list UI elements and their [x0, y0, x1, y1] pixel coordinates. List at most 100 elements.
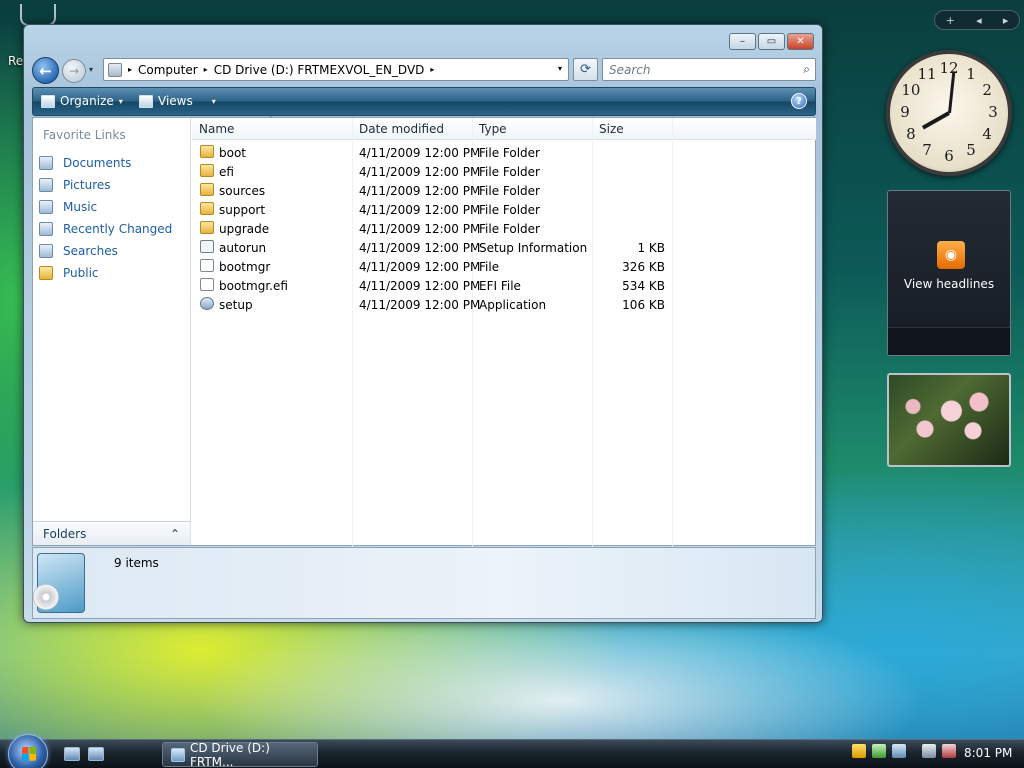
file-date: 4/11/2009 12:00 PM [359, 298, 481, 312]
switch-windows-icon[interactable] [88, 747, 104, 761]
breadcrumb-computer[interactable]: Computer [138, 63, 198, 77]
address-dropdown-icon[interactable]: ▾ [558, 64, 562, 73]
breadcrumb-arrow-icon[interactable]: ▸ [128, 65, 132, 74]
maximize-button[interactable]: ▭ [758, 33, 785, 50]
recently-changed-icon [39, 222, 53, 236]
start-button[interactable] [8, 734, 48, 768]
file-name: bootmgr.efi [219, 279, 288, 293]
close-button[interactable]: ✕ [787, 33, 814, 50]
file-row[interactable]: upgrade 4/11/2009 12:00 PM File Folder [192, 219, 816, 238]
column-header-date[interactable]: Date modified [359, 122, 444, 136]
network-icon[interactable] [922, 744, 936, 758]
folder-icon [200, 202, 214, 215]
security-shield-icon[interactable] [852, 744, 866, 758]
taskbar: CD Drive (D:) FRTM... 8:01 PM [0, 734, 1024, 768]
file-row[interactable]: support 4/11/2009 12:00 PM File Folder [192, 200, 816, 219]
address-bar[interactable]: ▸ Computer ▸ CD Drive (D:) FRTMEXVOL_EN_… [103, 58, 569, 81]
minute-hand [947, 71, 955, 114]
help-button[interactable]: ? [791, 93, 807, 109]
clock-gadget[interactable]: 12 1 2 3 4 5 6 7 8 9 10 11 [886, 50, 1012, 176]
views-icon [139, 94, 153, 108]
favorite-links-title: Favorite Links [43, 128, 126, 142]
clock-numeral: 8 [906, 125, 916, 143]
rss-icon: ◉ [937, 241, 965, 269]
column-header-name[interactable]: Name [199, 122, 234, 136]
clock-time[interactable]: 8:01 PM [964, 746, 1012, 760]
file-row[interactable]: setup 4/11/2009 12:00 PM Application 106 KB [192, 295, 816, 314]
folders-label: Folders [43, 526, 87, 541]
file-name: support [219, 203, 266, 217]
file-row[interactable]: autorun 4/11/2009 12:00 PM Setup Informati… [192, 238, 816, 257]
clock-numeral: 2 [982, 81, 992, 99]
breadcrumb-arrow-icon[interactable]: ▸ [204, 65, 208, 74]
favorite-link-documents[interactable]: Documents [39, 152, 172, 174]
file-size: 534 KB [622, 279, 665, 293]
feed-headlines-gadget[interactable]: ◉ View headlines [887, 190, 1011, 356]
clock-numeral: 5 [966, 141, 976, 160]
search-icon[interactable]: ⌕ [803, 62, 810, 77]
organize-button[interactable]: Organize ▾ [41, 94, 123, 108]
sidebar-next-button[interactable]: ▸ [1003, 14, 1009, 27]
clock-numeral: 11 [917, 64, 937, 83]
file-row[interactable]: efi 4/11/2009 12:00 PM File Folder [192, 162, 816, 181]
sidebar-prev-button[interactable]: ◂ [976, 14, 982, 27]
file-type: File Folder [479, 165, 540, 179]
column-headers: Name ⌃ Date modified Type Size [192, 115, 816, 140]
chevron-down-icon: ▾ [118, 96, 123, 106]
folder-icon [200, 145, 214, 158]
file-row[interactable]: boot 4/11/2009 12:00 PM File Folder [192, 143, 816, 162]
view-headlines-label[interactable]: View headlines [888, 277, 1010, 291]
add-gadget-button[interactable]: + [946, 14, 955, 27]
favorite-link-public[interactable]: Public [39, 262, 172, 284]
file-row[interactable]: bootmgr 4/11/2009 12:00 PM File 326 KB [192, 257, 816, 276]
file-name: upgrade [219, 222, 270, 236]
chevron-down-icon[interactable]: ▾ [212, 97, 216, 106]
folders-toggle[interactable]: Folders ⌃ [33, 521, 190, 545]
folder-icon [200, 164, 214, 177]
slideshow-gadget[interactable] [887, 373, 1011, 467]
forward-button[interactable]: → [62, 59, 86, 83]
clock-numeral: 10 [901, 81, 921, 99]
volume-muted-icon[interactable] [942, 744, 956, 758]
favorite-link-music[interactable]: Music [39, 196, 172, 218]
link-label: Recently Changed [63, 222, 173, 236]
refresh-button[interactable]: ⟳ [573, 58, 598, 81]
column-header-size[interactable]: Size [599, 122, 624, 136]
command-bar: Organize ▾ Views ▾ ? [32, 87, 816, 116]
views-button[interactable]: Views ▾ [139, 94, 216, 108]
recycle-bin-icon[interactable] [20, 4, 56, 26]
favorite-link-recently-changed[interactable]: Recently Changed [39, 218, 172, 240]
file-row[interactable]: bootmgr.efi 4/11/2009 12:00 PM EFI File 534… [192, 276, 816, 295]
taskbar-button-explorer[interactable]: CD Drive (D:) FRTM... [162, 741, 318, 768]
file-icon [200, 278, 214, 291]
file-date: 4/11/2009 12:00 PM [359, 146, 481, 160]
file-type: File [479, 260, 500, 274]
column-header-type[interactable]: Type [479, 122, 507, 136]
file-name: efi [219, 165, 234, 179]
recent-pages-dropdown[interactable]: ▾ [89, 65, 93, 74]
back-button[interactable]: ← [32, 57, 59, 84]
action-center-icon[interactable] [892, 744, 906, 758]
file-name: sources [219, 184, 266, 198]
show-desktop-icon[interactable] [64, 747, 80, 761]
favorite-link-searches[interactable]: Searches [39, 240, 172, 262]
recycle-bin-label[interactable]: Re [8, 54, 23, 68]
gadget-footer [888, 327, 1010, 355]
breadcrumb-arrow-icon[interactable]: ▸ [430, 65, 434, 74]
search-input[interactable]: Search ⌕ [602, 58, 816, 81]
minimize-button[interactable]: – [729, 33, 756, 50]
explorer-window: – ▭ ✕ ← → ▾ ▸ Computer ▸ CD Drive (D:) F… [23, 24, 823, 623]
application-icon [200, 297, 214, 310]
clock-numeral: 6 [944, 147, 954, 165]
file-name: bootmgr [219, 260, 271, 274]
file-row[interactable]: sources 4/11/2009 12:00 PM File Folder [192, 181, 816, 200]
file-icon [200, 259, 214, 272]
favorite-link-pictures[interactable]: Pictures [39, 174, 172, 196]
breadcrumb-cd-drive[interactable]: CD Drive (D:) FRTMEXVOL_EN_DVD [214, 63, 425, 77]
search-placeholder: Search [609, 63, 651, 77]
file-type: Application [479, 298, 547, 312]
file-name: boot [219, 146, 247, 160]
documents-icon [39, 156, 53, 170]
windows-update-icon[interactable] [872, 744, 886, 758]
views-label: Views [158, 94, 193, 108]
